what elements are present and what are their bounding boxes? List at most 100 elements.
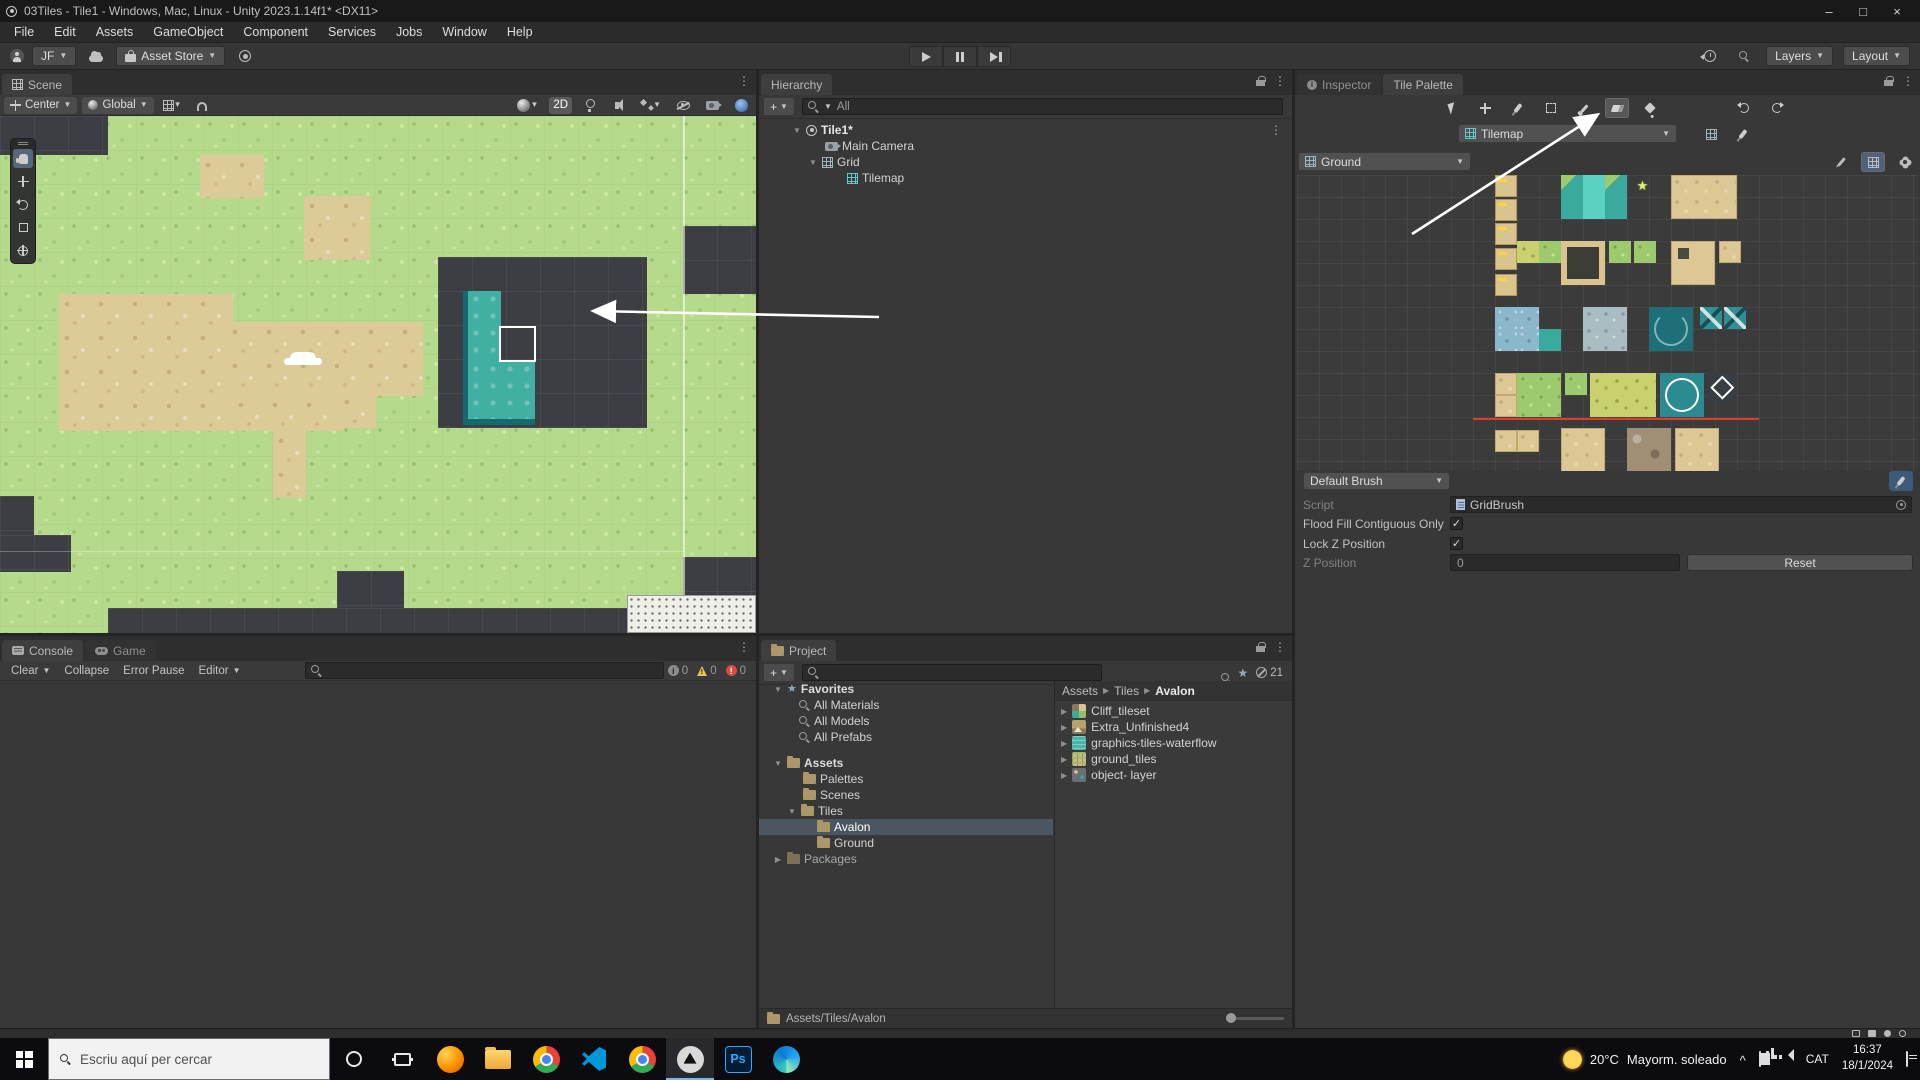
- lock-icon[interactable]: [1884, 80, 1893, 86]
- palette-tile-teal[interactable]: [1539, 329, 1561, 351]
- folder-scenes-row[interactable]: Scenes: [759, 787, 1053, 803]
- breadcrumb-assets[interactable]: Assets: [1062, 684, 1098, 698]
- palette-tile-gteal[interactable]: [1561, 175, 1583, 197]
- volume-indicator[interactable]: [1787, 1052, 1793, 1066]
- slider-thumb[interactable]: [1226, 1013, 1236, 1023]
- palette-tile-sand[interactable]: [1719, 241, 1741, 263]
- flood-fill-checkbox[interactable]: ✓: [1450, 517, 1463, 530]
- status-tray-icon[interactable]: [1884, 1030, 1891, 1037]
- clear-button[interactable]: Clear▼: [4, 663, 57, 679]
- account-dropdown[interactable]: JF▼: [32, 46, 76, 66]
- box-fill-tool-button[interactable]: [1539, 98, 1563, 118]
- taskbar-app-chrome[interactable]: [522, 1038, 570, 1080]
- reset-button[interactable]: Reset: [1687, 554, 1913, 571]
- brush-settings-button[interactable]: [1731, 124, 1755, 144]
- menu-item-component[interactable]: Component: [233, 25, 318, 39]
- folder-palettes-row[interactable]: Palettes: [759, 771, 1053, 787]
- expand-arrow-icon[interactable]: ▶: [1061, 771, 1067, 780]
- cloud-services-button[interactable]: [84, 46, 108, 66]
- palette-tile-grass[interactable]: [1609, 241, 1631, 263]
- palette-tile-grass[interactable]: [1565, 373, 1587, 395]
- palette-tile-wtex[interactable]: [1517, 329, 1539, 351]
- tool-handle-position-dropdown[interactable]: Center▼: [4, 97, 77, 114]
- console-panel-menu-icon[interactable]: ⋮: [738, 641, 750, 653]
- hidden-count-badge[interactable]: 21: [1256, 667, 1283, 679]
- palette-tile-teal[interactable]: [1561, 197, 1583, 219]
- transform-tool-button[interactable]: [13, 241, 33, 260]
- expand-arrow-icon[interactable]: ▼: [773, 759, 783, 768]
- tab-console[interactable]: Console: [2, 640, 83, 661]
- taskbar-search-box[interactable]: [48, 1038, 330, 1080]
- taskbar-app-photoshop[interactable]: Ps: [714, 1038, 762, 1080]
- palette-tile-sandblk[interactable]: [1671, 175, 1737, 219]
- paintbrush-tool-button[interactable]: [1506, 98, 1530, 118]
- asset-row-ground-tiles[interactable]: ▶ ground_tiles: [1055, 751, 1292, 767]
- tile-palette-grid[interactable]: [1297, 175, 1918, 471]
- menu-item-services[interactable]: Services: [318, 25, 386, 39]
- status-tray-icon[interactable]: [1852, 1030, 1860, 1037]
- palette-dropdown[interactable]: Ground ▼: [1298, 152, 1471, 171]
- scene-options-icon[interactable]: ⋮: [1270, 124, 1282, 136]
- palette-tile-cliff[interactable]: [1495, 223, 1517, 245]
- overlay-grip-icon[interactable]: [18, 142, 28, 145]
- favorites-group-row[interactable]: ▼ ★ Favorites: [759, 681, 1053, 697]
- palette-tile-diam[interactable]: [1708, 373, 1737, 402]
- object-picker-icon[interactable]: [1896, 500, 1906, 510]
- warning-count-toggle[interactable]: 0: [697, 665, 716, 677]
- palette-tile-sand[interactable]: [1495, 373, 1517, 395]
- palette-tile-wtex[interactable]: [1517, 307, 1539, 329]
- draw-mode-dropdown[interactable]: ▼: [513, 97, 542, 114]
- undo-history-button[interactable]: [1698, 46, 1722, 66]
- favorite-all-materials-row[interactable]: All Materials: [759, 697, 1053, 713]
- hidden-icons-button[interactable]: ^: [1740, 1053, 1746, 1068]
- taskbar-search-input[interactable]: [80, 1052, 318, 1067]
- asset-row-cliff-tileset[interactable]: ▶ Cliff_tileset: [1055, 703, 1292, 719]
- z-position-field[interactable]: 0: [1450, 554, 1680, 571]
- asset-store-dropdown[interactable]: Asset Store▼: [116, 46, 225, 66]
- new-palette-grid-button[interactable]: [1699, 124, 1723, 144]
- console-log-area[interactable]: [0, 681, 756, 1028]
- console-search-input[interactable]: [305, 662, 663, 679]
- collab-target-button[interactable]: [233, 46, 257, 66]
- collapsed-arrow-icon[interactable]: ▶: [773, 855, 783, 864]
- save-search-button[interactable]: ★: [1237, 666, 1248, 680]
- taskbar-app-unity[interactable]: [666, 1038, 714, 1080]
- expand-arrow-icon[interactable]: ▼: [808, 158, 818, 167]
- hierarchy-row-tilemap[interactable]: Tilemap: [759, 170, 1292, 186]
- favorite-all-prefabs-row[interactable]: All Prefabs: [759, 729, 1053, 745]
- palette-tile-cliff[interactable]: [1495, 274, 1517, 296]
- palette-tile-grassyblk[interactable]: [1590, 373, 1656, 417]
- lock-icon[interactable]: [1256, 80, 1265, 86]
- palette-tile-grass[interactable]: [1634, 241, 1656, 263]
- active-tilemap-dropdown[interactable]: Tilemap ▼: [1458, 124, 1677, 143]
- play-button[interactable]: [909, 46, 943, 67]
- palette-tile-rock[interactable]: [1627, 428, 1671, 471]
- palette-tile-teal[interactable]: [1605, 197, 1627, 219]
- hierarchy-panel-menu-icon[interactable]: ⋮: [1274, 75, 1286, 87]
- scene-visibility-toggle[interactable]: [672, 97, 694, 114]
- lock-icon[interactable]: [1256, 646, 1265, 652]
- view-tool-button[interactable]: [13, 149, 33, 168]
- folder-tiles-row[interactable]: ▼ Tiles: [759, 803, 1053, 819]
- palette-tile-sandblk[interactable]: [1561, 428, 1605, 471]
- taskbar-app-file-explorer[interactable]: [474, 1038, 522, 1080]
- expand-arrow-icon[interactable]: ▼: [773, 685, 783, 694]
- start-button[interactable]: [0, 1038, 48, 1080]
- create-asset-button[interactable]: +▼: [764, 664, 794, 681]
- rotate-cw-tool-button[interactable]: [1765, 98, 1789, 118]
- tab-hierarchy[interactable]: Hierarchy: [761, 74, 832, 95]
- folder-ground-row[interactable]: Ground: [759, 835, 1053, 851]
- task-view-button[interactable]: [378, 1038, 426, 1080]
- palette-gizmos-toggle[interactable]: [1893, 152, 1917, 172]
- flood-fill-tool-button[interactable]: [1638, 98, 1662, 118]
- menu-item-file[interactable]: File: [4, 25, 44, 39]
- edit-palette-button[interactable]: [1829, 152, 1853, 172]
- expand-arrow-icon[interactable]: ▶: [1061, 739, 1067, 748]
- tool-handle-rotation-dropdown[interactable]: Global▼: [82, 97, 153, 114]
- asset-row-extra-unfinished4[interactable]: ▶ Extra_Unfinished4: [1055, 719, 1292, 735]
- expand-arrow-icon[interactable]: ▶: [1061, 707, 1067, 716]
- menu-item-window[interactable]: Window: [432, 25, 496, 39]
- snap-toggle-button[interactable]: [191, 97, 213, 114]
- gizmos-camera-button[interactable]: [730, 97, 752, 114]
- rotate-tool-button[interactable]: [13, 195, 33, 214]
